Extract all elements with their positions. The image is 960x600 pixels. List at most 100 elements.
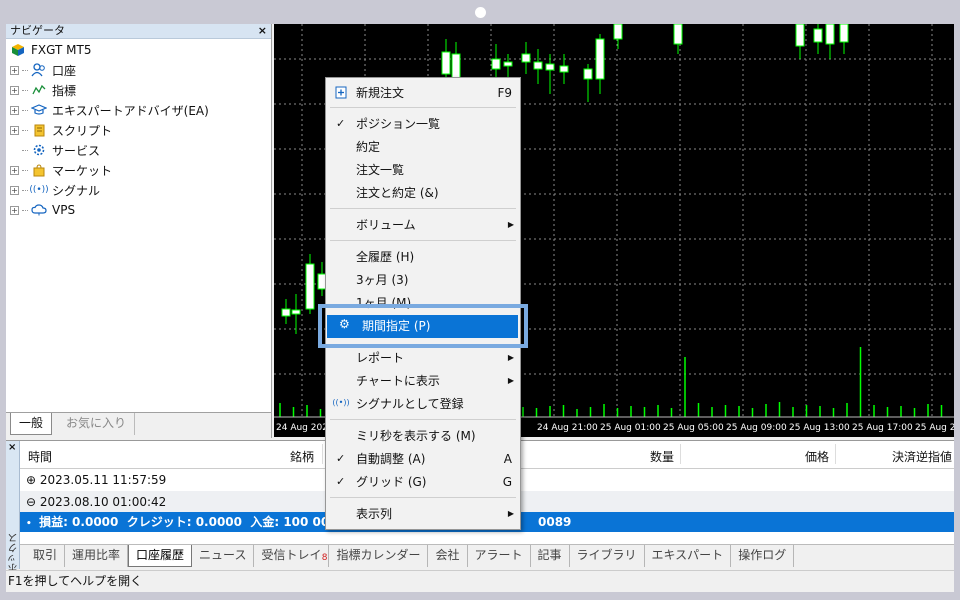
signal-icon: ((•))	[332, 398, 350, 407]
menu-separator	[330, 208, 516, 209]
time-label: 25 Aug 2	[915, 423, 954, 433]
tree-item-vps[interactable]: + VPS	[10, 200, 75, 220]
tab-library[interactable]: ライブラリ	[570, 545, 645, 567]
tab-exposure[interactable]: 運用比率	[65, 545, 129, 567]
tree-item-market[interactable]: + マーケット	[10, 160, 112, 180]
column-divider	[835, 444, 836, 464]
expand-icon[interactable]: +	[10, 105, 19, 115]
menu-item-report[interactable]: レポート ▶	[326, 347, 520, 369]
time-label: 24 Aug 21:00	[537, 423, 598, 433]
navigator-panel: ナビゲータ × FXGT MT5 + 口座 + 指標 + エキスパートアドバイザ…	[6, 24, 272, 438]
tree-item-scripts[interactable]: + スクリプト	[10, 120, 112, 140]
tree-item-expert[interactable]: + エキスパートアドバイザ(EA)	[10, 100, 209, 120]
candle-body	[795, 24, 805, 47]
menu-item-grid[interactable]: ✓ グリッド (G) G	[326, 471, 520, 493]
column-time[interactable]: 時間	[28, 448, 52, 465]
tree-item-accounts[interactable]: + 口座	[10, 60, 76, 80]
menu-item-3-months[interactable]: 3ヶ月 (3)	[326, 269, 520, 291]
tab-favorites[interactable]: お気に入り	[58, 413, 136, 435]
menu-item-label: 新規注文	[356, 86, 405, 100]
tree-item-label: マーケット	[52, 163, 113, 178]
menu-item-volume[interactable]: ボリューム ▶	[326, 214, 520, 236]
time-label: 24 Aug 202	[276, 423, 328, 433]
menu-item-all-history[interactable]: 全履歴 (H)	[326, 246, 520, 268]
column-stop-loss[interactable]: 決済逆指値	[892, 448, 952, 465]
tab-articles[interactable]: 記事	[531, 545, 570, 567]
submenu-arrow-icon: ▶	[507, 509, 514, 518]
menu-item-auto-arrange[interactable]: ✓ 自動調整 (A) A	[326, 448, 520, 470]
tab-alerts[interactable]: アラート	[468, 545, 531, 567]
column-volume[interactable]: 数量	[650, 448, 674, 465]
tab-company[interactable]: 会社	[428, 545, 468, 567]
menu-item-deals[interactable]: 約定	[326, 136, 520, 158]
menu-item-show-on-chart[interactable]: チャートに表示 ▶	[326, 370, 520, 392]
candle-body	[813, 28, 823, 43]
tab-mailbox-label: 受信トレイ	[261, 548, 322, 562]
menu-item-label: 表示列	[356, 507, 393, 521]
tab-news[interactable]: ニュース	[192, 545, 255, 567]
new-order-icon	[334, 85, 348, 99]
column-divider	[322, 444, 323, 464]
candle-body	[825, 24, 835, 45]
tree-item-indicators[interactable]: + 指標	[10, 80, 76, 100]
expand-icon[interactable]: +	[10, 205, 19, 215]
menu-separator	[330, 419, 516, 420]
column-price[interactable]: 価格	[805, 448, 829, 465]
expand-icon[interactable]: +	[10, 165, 19, 175]
time-label: 25 Aug 13:00	[789, 423, 850, 433]
candle-body	[491, 58, 501, 70]
menu-item-columns[interactable]: 表示列 ▶	[326, 503, 520, 525]
menu-item-register-signal[interactable]: ((•)) シグナルとして登録	[326, 393, 520, 415]
tab-history[interactable]: 口座履歴	[128, 545, 193, 567]
menu-separator	[330, 497, 516, 498]
tree-root[interactable]: FXGT MT5	[10, 40, 91, 60]
tab-calendar[interactable]: 指標カレンダー	[329, 545, 429, 567]
expand-icon[interactable]: +	[10, 125, 19, 135]
tree-item-services[interactable]: サービス	[10, 140, 100, 160]
summary-tail: 0089	[538, 515, 572, 529]
menu-shortcut: G	[502, 475, 512, 489]
script-icon	[31, 122, 47, 138]
time-label: 25 Aug 05:00	[663, 423, 724, 433]
market-icon	[31, 162, 47, 178]
tab-mailbox[interactable]: 受信トレイ 8	[254, 545, 330, 567]
candle-body	[521, 53, 531, 63]
expand-icon[interactable]: +	[10, 65, 19, 75]
tree-item-label: シグナル	[52, 183, 101, 198]
row-time: 2023.05.11 11:57:59	[39, 473, 167, 487]
row-time: 2023.08.10 01:00:42	[39, 495, 167, 509]
device-frame: ナビゲータ × FXGT MT5 + 口座 + 指標 + エキスパートアドバイザ…	[0, 0, 960, 600]
tree-line	[22, 129, 28, 131]
tab-journal[interactable]: 操作ログ	[731, 545, 795, 567]
menu-item-label: 注文と約定 (&)	[356, 186, 439, 200]
tab-experts[interactable]: エキスパート	[645, 545, 732, 567]
expand-icon[interactable]: +	[10, 85, 19, 95]
check-icon: ✓	[336, 117, 346, 130]
candle-body	[503, 61, 513, 67]
menu-separator	[330, 240, 516, 241]
check-icon: ✓	[336, 452, 346, 465]
tree-item-signals[interactable]: + ((•)) シグナル	[10, 180, 100, 200]
submenu-arrow-icon: ▶	[507, 353, 514, 362]
toolbox-close-button[interactable]: ×	[8, 442, 16, 453]
menu-item-orders-deals[interactable]: 注文と約定 (&)	[326, 182, 520, 204]
tab-trade[interactable]: 取引	[26, 545, 66, 567]
navigator-title: ナビゲータ	[10, 24, 65, 37]
expand-icon[interactable]: ⊕	[26, 473, 36, 487]
menu-item-milliseconds[interactable]: ミリ秒を表示する (M)	[326, 425, 520, 447]
menu-item-orders[interactable]: 注文一覧	[326, 159, 520, 181]
collapse-icon[interactable]: ⊖	[26, 495, 36, 509]
menu-item-new-order[interactable]: 新規注文 F9	[326, 82, 520, 104]
menu-item-positions[interactable]: ✓ ポジション一覧	[326, 113, 520, 135]
expand-icon[interactable]: +	[10, 185, 19, 195]
column-symbol[interactable]: 銘柄	[290, 448, 314, 465]
navigator-close-button[interactable]: ×	[258, 24, 267, 38]
menu-item-label: グリッド (G)	[356, 475, 427, 489]
tree-line	[22, 209, 28, 211]
time-label: 25 Aug 09:00	[726, 423, 787, 433]
tab-general[interactable]: 一般	[10, 413, 53, 435]
menu-shortcut: A	[503, 452, 512, 466]
tree-item-label: エキスパートアドバイザ(EA)	[52, 103, 209, 118]
menu-item-custom-period[interactable]: ⚙ 期間指定 (P)	[327, 315, 518, 338]
gear-icon: ⚙	[339, 317, 350, 331]
